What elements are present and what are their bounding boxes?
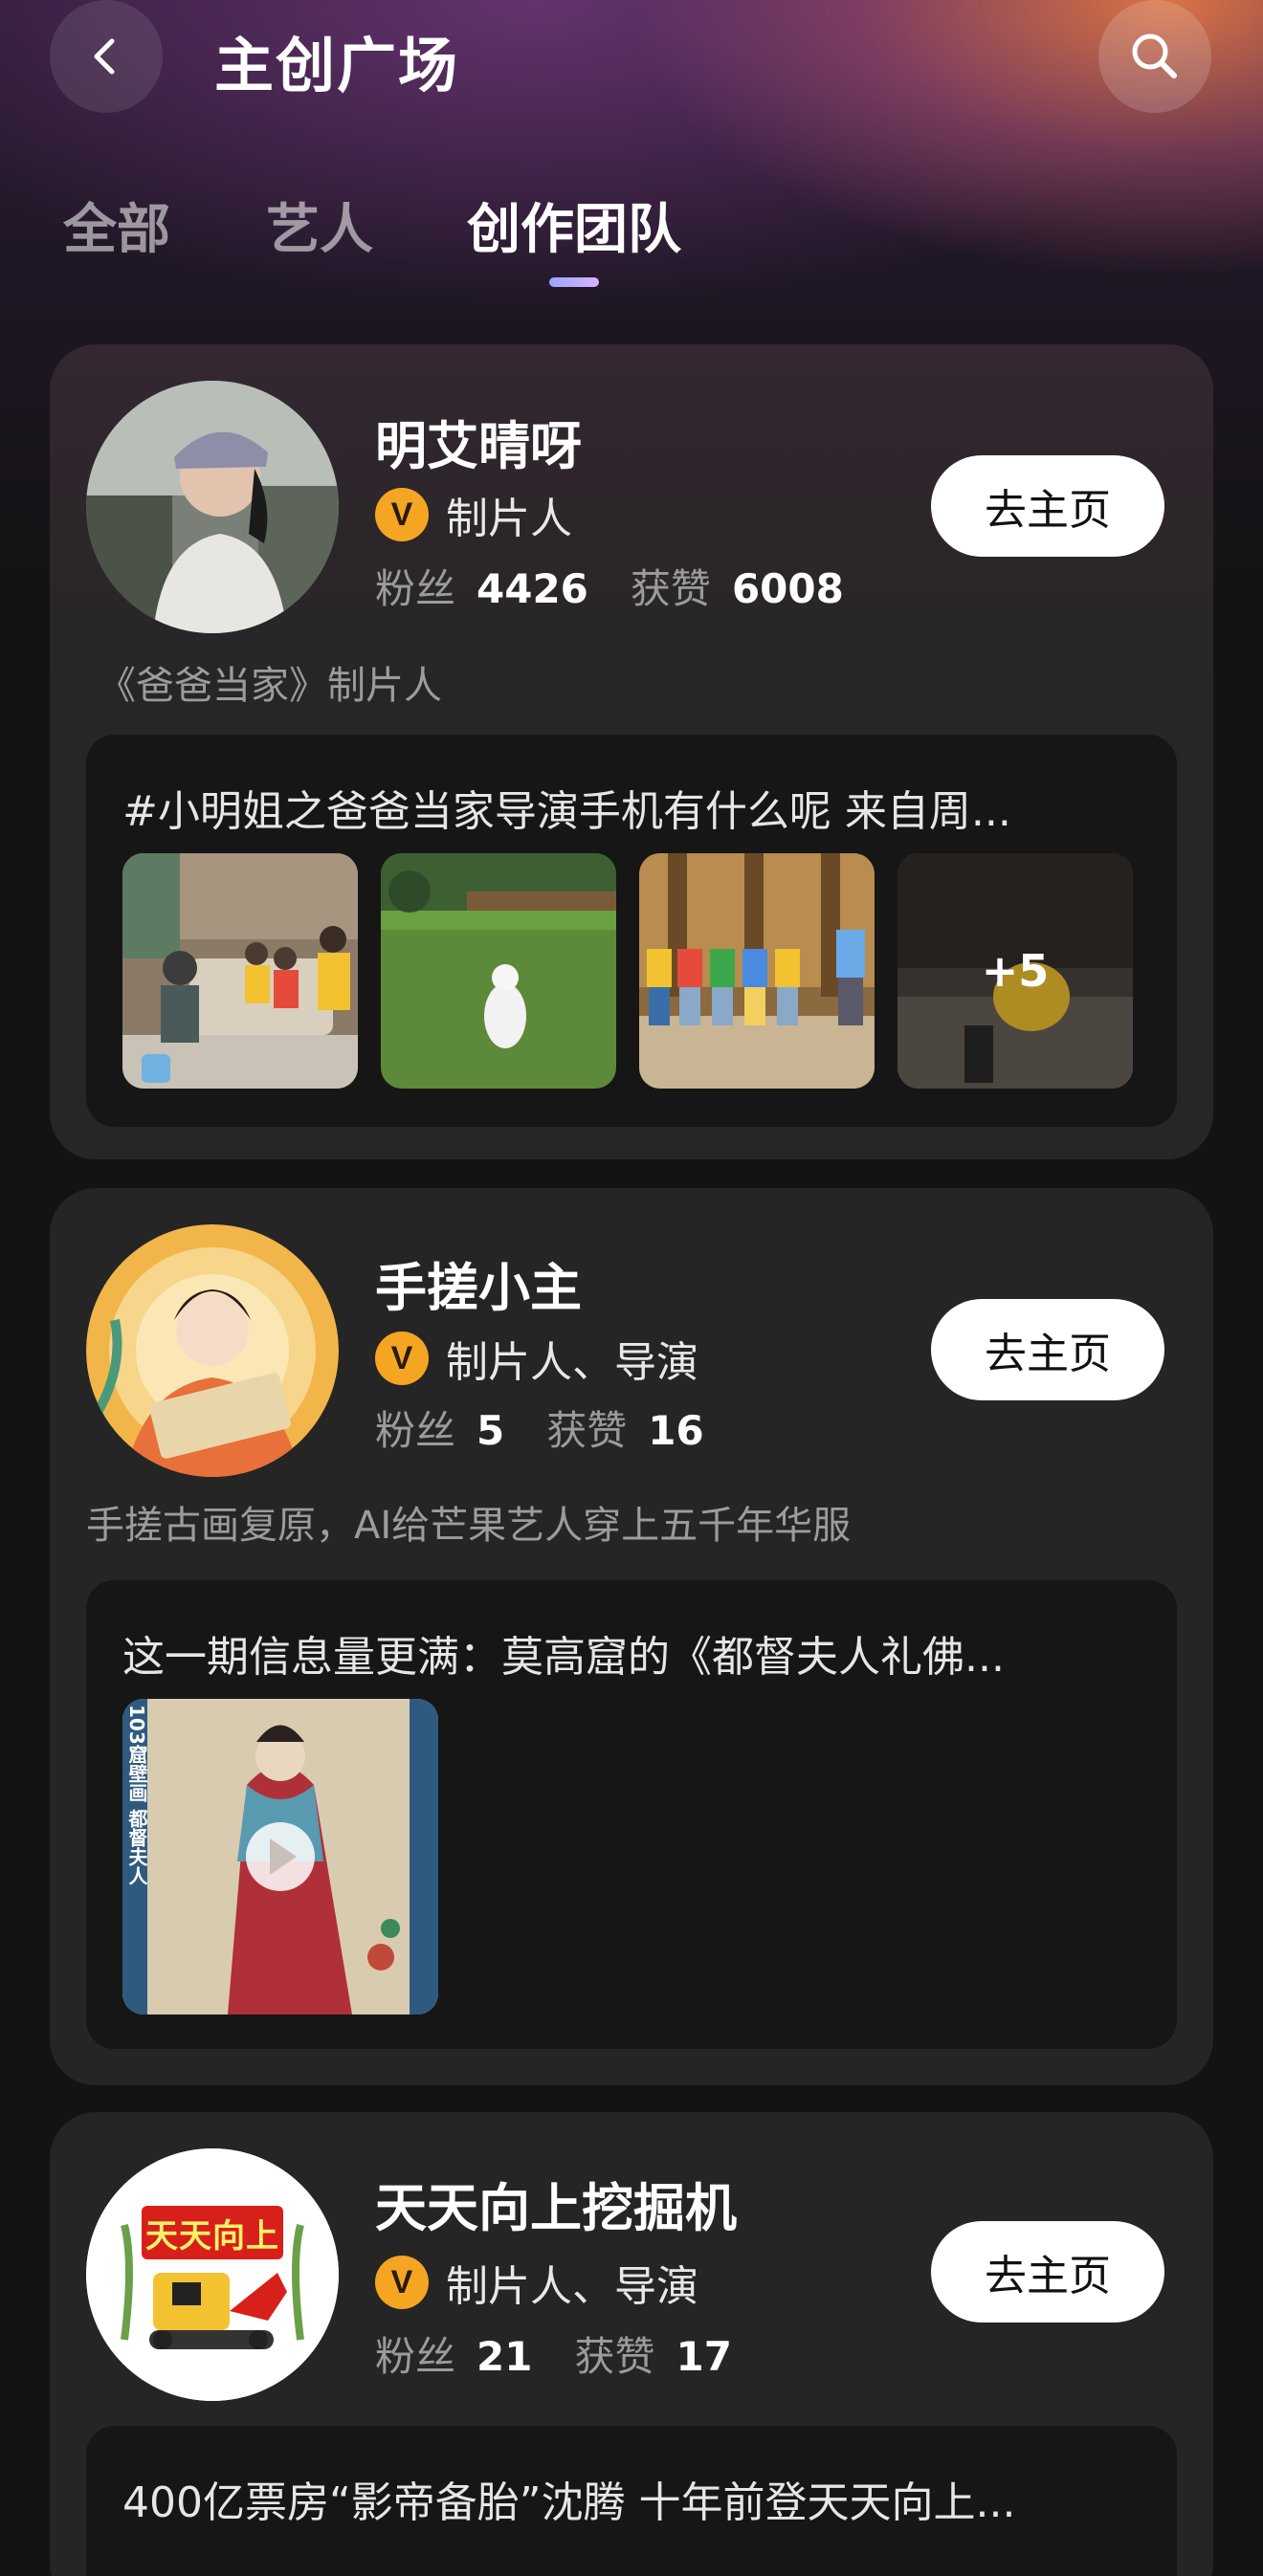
back-button[interactable] xyxy=(50,0,163,113)
avatar[interactable] xyxy=(86,381,339,633)
fans-count: 21 xyxy=(476,2333,533,2380)
verified-badge-icon: V xyxy=(375,1332,429,1385)
likes-count: 6008 xyxy=(731,565,844,612)
search-button[interactable] xyxy=(1098,0,1211,113)
avatar[interactable] xyxy=(86,1224,339,1477)
top-bar: 主创广场 xyxy=(0,0,1263,124)
go-homepage-button[interactable]: 去主页 xyxy=(931,2221,1164,2323)
post-title[interactable]: 400亿票房“影帝备胎”沈腾 十年前登天天向上... xyxy=(122,2468,1146,2529)
logo-text: 天天向上 xyxy=(145,2216,279,2256)
role-text: 制片人、导演 xyxy=(446,1338,698,1387)
role-row: V 制片人、导演 xyxy=(375,1328,698,1389)
likes-label: 获赞 xyxy=(546,1407,628,1454)
tab-creative-team[interactable]: 创作团队 xyxy=(467,187,681,264)
go-homepage-button[interactable]: 去主页 xyxy=(931,1299,1164,1400)
role-text: 制片人、导演 xyxy=(446,2262,698,2311)
likes-count: 17 xyxy=(676,2333,732,2380)
fans-label: 粉丝 xyxy=(375,1407,456,1454)
creator-name[interactable]: 天天向上挖掘机 xyxy=(375,2166,737,2241)
video-caption: 103窟壁画 都督夫人 xyxy=(125,1705,148,1885)
post-thumbnail[interactable] xyxy=(639,853,875,1089)
go-homepage-button[interactable]: 去主页 xyxy=(931,455,1164,557)
creator-description: 《爸爸当家》制片人 xyxy=(98,664,442,708)
chevron-left-icon xyxy=(94,38,115,75)
verified-badge-icon: V xyxy=(375,2256,429,2309)
post-thumbnail[interactable] xyxy=(122,853,358,1089)
more-images-count: +5 xyxy=(897,853,1133,1089)
fans-label: 粉丝 xyxy=(375,2333,456,2380)
search-icon xyxy=(1132,33,1177,78)
post-title[interactable]: 这一期信息量更满：莫高窟的《都督夫人礼佛... xyxy=(122,1622,1146,1684)
post-preview[interactable]: 400亿票房“影帝备胎”沈腾 十年前登天天向上... xyxy=(86,2426,1177,2576)
tab-all[interactable]: 全部 xyxy=(63,187,170,264)
post-title[interactable]: #小明姐之爸爸当家导演手机有什么呢 来自周... xyxy=(122,777,1146,838)
post-thumbnail[interactable]: +5 xyxy=(897,853,1133,1089)
stats-row: 粉丝 21 获赞 17 xyxy=(375,2324,774,2383)
likes-label: 获赞 xyxy=(574,2333,655,2380)
creator-description: 手搓古画复原，AI给芒果艺人穿上五千年华服 xyxy=(86,1504,852,1548)
role-row: V 制片人、导演 xyxy=(375,2252,698,2313)
tab-active-indicator xyxy=(549,277,599,287)
post-video-thumbnail[interactable]: 103窟壁画 都督夫人 xyxy=(122,1699,438,2015)
stats-row: 粉丝 5 获赞 16 xyxy=(375,1398,746,1457)
fans-count: 4426 xyxy=(476,565,588,612)
post-preview[interactable]: #小明姐之爸爸当家导演手机有什么呢 来自周... +5 xyxy=(86,735,1177,1127)
verified-badge-icon: V xyxy=(375,488,429,541)
likes-count: 16 xyxy=(648,1407,704,1454)
creator-name[interactable]: 手搓小主 xyxy=(375,1245,582,1321)
likes-label: 获赞 xyxy=(630,565,711,612)
avatar[interactable]: 天天向上 xyxy=(86,2148,339,2401)
post-preview[interactable]: 这一期信息量更满：莫高窟的《都督夫人礼佛... 103窟壁画 都督夫人 xyxy=(86,1580,1177,2049)
role-text: 制片人 xyxy=(446,495,572,543)
tab-artists[interactable]: 艺人 xyxy=(266,187,373,264)
page-title: 主创广场 xyxy=(214,31,460,100)
role-row: V 制片人 xyxy=(375,484,572,545)
creator-card[interactable]: 天天向上 天天向上挖掘机 V 制片人、导演 粉丝 21 获赞 17 去主页 40… xyxy=(50,2112,1213,2576)
fans-label: 粉丝 xyxy=(375,565,456,612)
creator-card[interactable]: 手搓小主 V 制片人、导演 粉丝 5 获赞 16 去主页 手搓古画复原，AI给芒… xyxy=(50,1188,1213,2085)
post-thumbnail[interactable] xyxy=(381,853,616,1089)
stats-row: 粉丝 4426 获赞 6008 xyxy=(375,557,886,615)
creator-card[interactable]: 明艾晴呀 V 制片人 粉丝 4426 获赞 6008 去主页 《爸爸当家》制片人… xyxy=(50,344,1213,1159)
creator-name[interactable]: 明艾晴呀 xyxy=(375,404,582,479)
fans-count: 5 xyxy=(476,1407,505,1454)
tab-bar: 全部 艺人 创作团队 xyxy=(0,187,1263,292)
